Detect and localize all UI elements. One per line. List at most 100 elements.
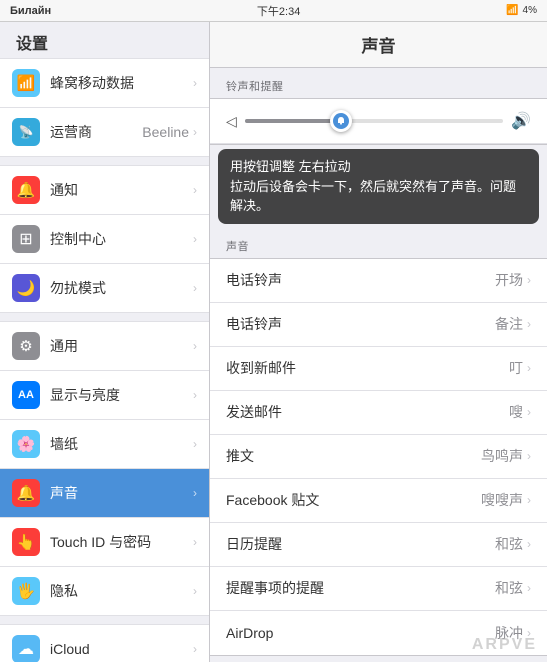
row-chevron-1: › <box>527 317 531 331</box>
chevron-icon-7: › <box>193 388 197 402</box>
row-value-0: 开场 <box>495 270 523 290</box>
sound-section-label: 声音 <box>210 228 547 258</box>
sidebar-item[interactable]: 📶 蜂窝移动数据 › <box>0 58 209 108</box>
row-chevron-7: › <box>527 581 531 595</box>
sidebar-item-notification[interactable]: 🔔 通知 › <box>0 165 209 215</box>
bell-svg <box>336 116 346 126</box>
sidebar-item-wallpaper[interactable]: 🌸 墙纸 › <box>0 420 209 469</box>
row-chevron-8: › <box>527 626 531 640</box>
row-value-3: 嗖 <box>509 402 523 422</box>
sidebar-item-dnd[interactable]: 🌙 勿扰模式 › <box>0 264 209 313</box>
row-chevron-4: › <box>527 449 531 463</box>
chevron-icon-2: › <box>193 125 197 139</box>
table-row-2[interactable]: 收到新邮件 叮 › <box>210 347 547 391</box>
sidebar-label-display: 显示与亮度 <box>50 385 193 405</box>
row-chevron-5: › <box>527 493 531 507</box>
sound-rows-group: 电话铃声 开场 › 电话铃声 备注 › 收到新邮件 叮 › 发送邮件 嗖 › 推… <box>210 258 547 656</box>
chevron-icon-4: › <box>193 232 197 246</box>
main-container: 设置 📶 蜂窝移动数据 › 📡 运营商 Beeline › 🔔 通知 › ⊞ 控… <box>0 22 547 662</box>
volume-row[interactable]: ◁ 🔊 <box>210 99 547 144</box>
panel-title: 声音 <box>210 22 547 68</box>
sidebar-label-icloud: iCloud <box>50 641 193 657</box>
notification-icon: 🔔 <box>12 176 40 204</box>
volume-group: ◁ 🔊 <box>210 98 547 145</box>
cellular-icon: 📶 <box>12 69 40 97</box>
row-value-2: 叮 <box>509 358 523 378</box>
table-row-4[interactable]: 推文 鸟鸣声 › <box>210 435 547 479</box>
chevron-icon-9: › <box>193 486 197 500</box>
chevron-icon-5: › <box>193 281 197 295</box>
table-row-7[interactable]: 提醒事项的提醒 和弦 › <box>210 567 547 611</box>
chevron-icon-11: › <box>193 584 197 598</box>
chevron-icon-10: › <box>193 535 197 549</box>
row-chevron-0: › <box>527 273 531 287</box>
volume-thumb-icon <box>333 113 349 129</box>
row-value-1: 备注 <box>495 314 523 334</box>
tooltip-line1: 用按钮调整 左右拉动 <box>230 157 527 177</box>
row-value-5: 嗖嗖声 <box>481 490 523 510</box>
sidebar-label-sound: 声音 <box>50 483 193 503</box>
sidebar-title: 设置 <box>0 22 209 58</box>
row-label-7: 提醒事项的提醒 <box>226 578 495 598</box>
sidebar-item-carrier[interactable]: 📡 运营商 Beeline › <box>0 108 209 157</box>
sidebar-item-display[interactable]: AA 显示与亮度 › <box>0 371 209 420</box>
general-icon: ⚙ <box>12 332 40 360</box>
volume-slider-thumb[interactable] <box>330 110 352 132</box>
row-label-8: AirDrop <box>226 625 495 641</box>
time-label: 下午2:34 <box>257 3 300 19</box>
volume-high-icon: 🔊 <box>511 111 531 131</box>
table-row-8[interactable]: AirDrop 脉冲 › <box>210 611 547 655</box>
wallpaper-icon: 🌸 <box>12 430 40 458</box>
tooltip-line2: 拉动后设备会卡一下，然后就突然有了声音。问题解决。 <box>230 177 527 216</box>
carrier-value: Beeline <box>142 124 189 140</box>
row-chevron-6: › <box>527 537 531 551</box>
sidebar-label-general: 通用 <box>50 336 193 356</box>
touchid-icon: 👆 <box>12 528 40 556</box>
chevron-icon-12: › <box>193 642 197 656</box>
row-label-4: 推文 <box>226 446 481 466</box>
sidebar-label-control: 控制中心 <box>50 229 193 249</box>
volume-low-icon: ◁ <box>226 113 237 130</box>
row-value-6: 和弦 <box>495 534 523 554</box>
battery-area: 📶 4% <box>506 5 537 16</box>
dnd-icon: 🌙 <box>12 274 40 302</box>
sidebar-item-touchid[interactable]: 👆 Touch ID 与密码 › <box>0 518 209 567</box>
row-value-7: 和弦 <box>495 578 523 598</box>
sidebar-item-icloud[interactable]: ☁ iCloud › <box>0 624 209 662</box>
row-label-0: 电话铃声 <box>226 270 495 290</box>
table-row-6[interactable]: 日历提醒 和弦 › <box>210 523 547 567</box>
tooltip-container: 用按钮调整 左右拉动 拉动后设备会卡一下，然后就突然有了声音。问题解决。 <box>210 149 547 224</box>
display-icon: AA <box>12 381 40 409</box>
volume-slider-fill <box>245 119 335 123</box>
chevron-icon-6: › <box>193 339 197 353</box>
carrier-label: Билайн <box>10 5 51 17</box>
sidebar-label-dnd: 勿扰模式 <box>50 278 193 298</box>
status-bar: Билайн 下午2:34 📶 4% <box>0 0 547 22</box>
table-row-5[interactable]: Facebook 贴文 嗖嗖声 › <box>210 479 547 523</box>
sound-icon: 🔔 <box>12 479 40 507</box>
sidebar-item-control[interactable]: ⊞ 控制中心 › <box>0 215 209 264</box>
sidebar-item-privacy[interactable]: 🖐 隐私 › <box>0 567 209 616</box>
sidebar-label-notification: 通知 <box>50 180 193 200</box>
carrier-icon: 📡 <box>12 118 40 146</box>
sidebar-label-privacy: 隐私 <box>50 581 193 601</box>
tooltip-box: 用按钮调整 左右拉动 拉动后设备会卡一下，然后就突然有了声音。问题解决。 <box>218 149 539 224</box>
control-icon: ⊞ <box>12 225 40 253</box>
row-label-3: 发送邮件 <box>226 402 509 422</box>
row-value-8: 脉冲 <box>495 623 523 643</box>
sidebar: 设置 📶 蜂窝移动数据 › 📡 运营商 Beeline › 🔔 通知 › ⊞ 控… <box>0 22 210 662</box>
sidebar-item-sound[interactable]: 🔔 声音 › <box>0 469 209 518</box>
row-label-6: 日历提醒 <box>226 534 495 554</box>
row-chevron-2: › <box>527 361 531 375</box>
privacy-icon: 🖐 <box>12 577 40 605</box>
table-row-0[interactable]: 电话铃声 开场 › <box>210 259 547 303</box>
table-row-1[interactable]: 电话铃声 备注 › <box>210 303 547 347</box>
chevron-icon-8: › <box>193 437 197 451</box>
icloud-icon: ☁ <box>12 635 40 662</box>
sidebar-label-touchid: Touch ID 与密码 <box>50 532 193 552</box>
sidebar-item-general[interactable]: ⚙ 通用 › <box>0 321 209 371</box>
row-label-5: Facebook 贴文 <box>226 490 481 510</box>
volume-slider-track[interactable] <box>245 119 503 123</box>
table-row-3[interactable]: 发送邮件 嗖 › <box>210 391 547 435</box>
wifi-icon: 📶 <box>506 5 518 16</box>
